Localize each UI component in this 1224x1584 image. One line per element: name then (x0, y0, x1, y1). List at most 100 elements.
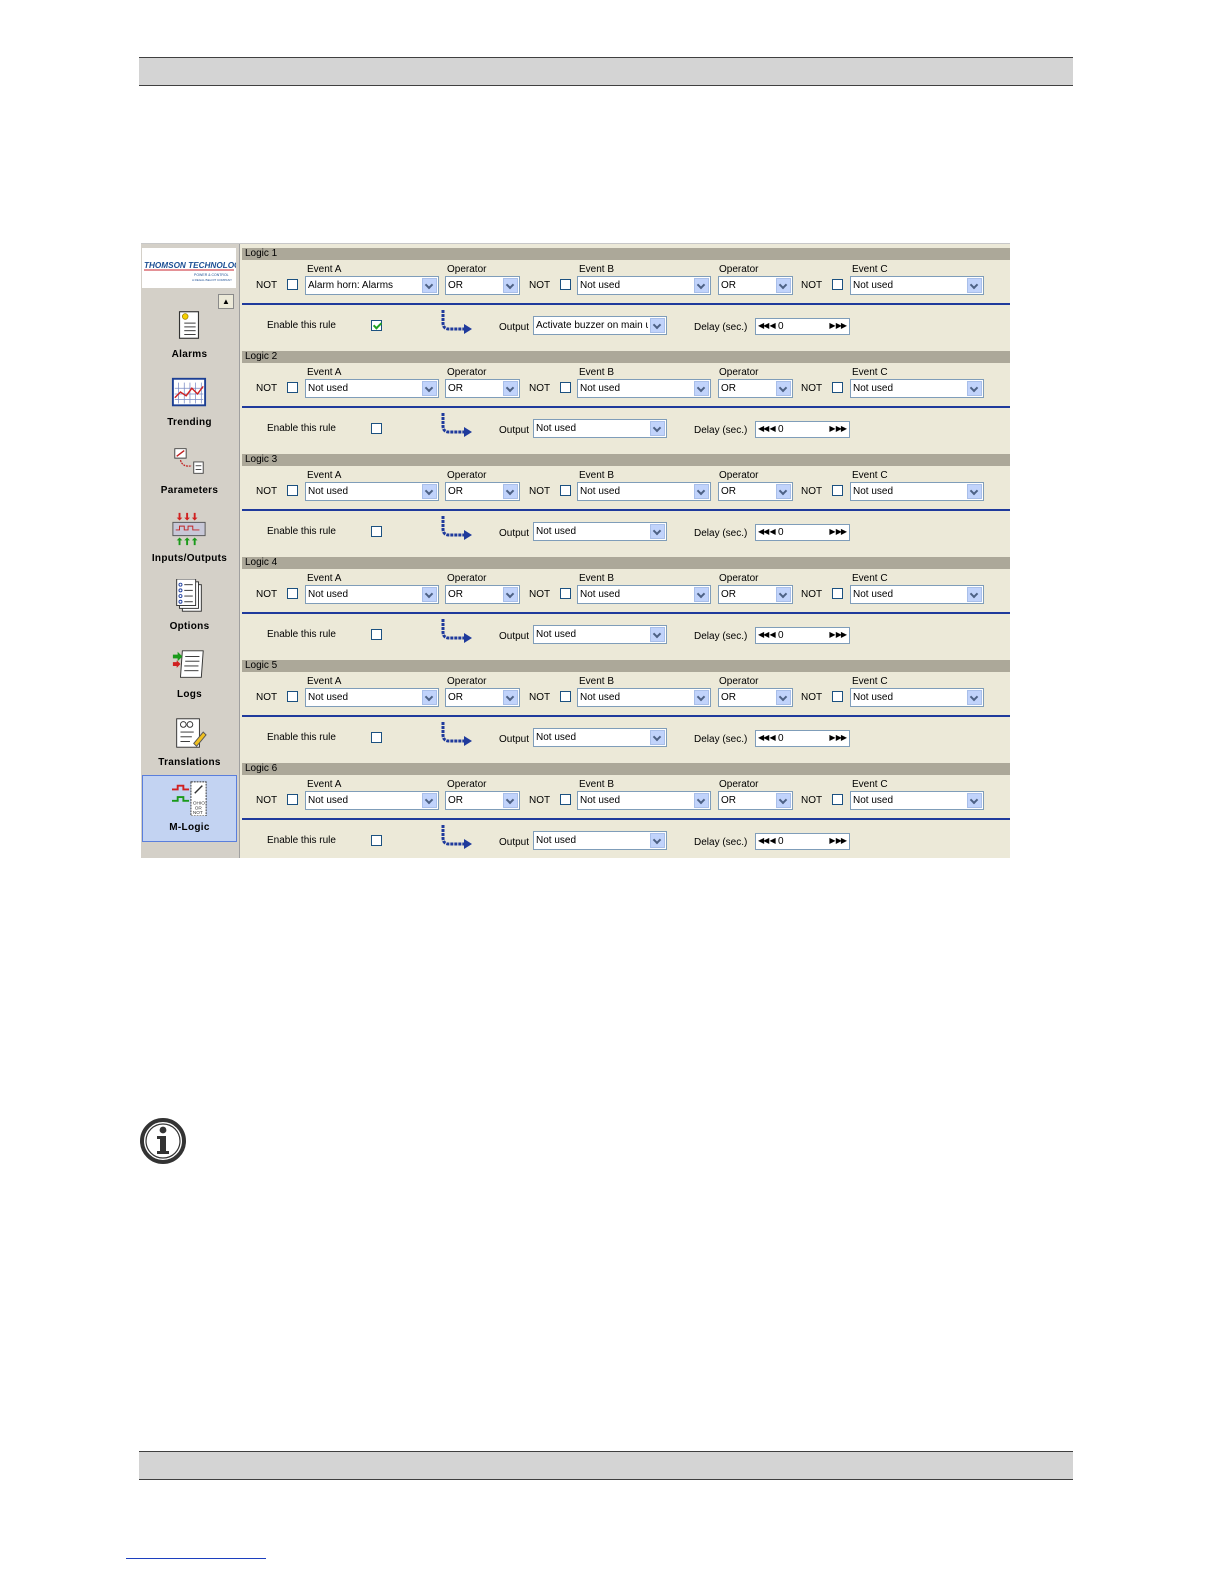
sidebar-item-parameters[interactable]: Parameters (142, 439, 237, 506)
chevron-down-icon[interactable] (694, 484, 709, 499)
enable-rule-checkbox[interactable] (371, 423, 382, 434)
delay-stepper[interactable]: ◀◀ ◀ 0 ▶ ▶▶ (755, 318, 850, 335)
not-b-checkbox[interactable] (560, 382, 571, 393)
chevron-down-icon[interactable] (422, 690, 437, 705)
not-b-checkbox[interactable] (560, 588, 571, 599)
chevron-down-icon[interactable] (650, 833, 665, 848)
chevron-down-icon[interactable] (650, 730, 665, 745)
operator-2-select[interactable]: OR (718, 482, 793, 501)
chevron-down-icon[interactable] (967, 587, 982, 602)
output-select[interactable]: Not used (533, 831, 667, 850)
enable-rule-checkbox[interactable] (371, 526, 382, 537)
not-c-checkbox[interactable] (832, 279, 843, 290)
event-c-select[interactable]: Not used (850, 379, 984, 398)
chevron-down-icon[interactable] (967, 484, 982, 499)
chevron-down-icon[interactable] (422, 381, 437, 396)
fast-forward-icon[interactable]: ▶ ▶▶ (829, 321, 847, 330)
event-a-select[interactable]: Not used (305, 482, 439, 501)
enable-rule-checkbox[interactable] (371, 835, 382, 846)
not-c-checkbox[interactable] (832, 485, 843, 496)
operator-1-select[interactable]: OR (445, 791, 520, 810)
operator-2-select[interactable]: OR (718, 276, 793, 295)
chevron-down-icon[interactable] (694, 793, 709, 808)
chevron-down-icon[interactable] (422, 484, 437, 499)
operator-1-select[interactable]: OR (445, 688, 520, 707)
event-c-select[interactable]: Not used (850, 791, 984, 810)
enable-rule-checkbox[interactable] (371, 320, 382, 331)
fast-forward-icon[interactable]: ▶ ▶▶ (829, 424, 847, 433)
operator-1-select[interactable]: OR (445, 276, 520, 295)
chevron-down-icon[interactable] (776, 484, 791, 499)
event-a-select[interactable]: Not used (305, 791, 439, 810)
rewind-icon[interactable]: ◀◀ ◀ (758, 424, 776, 433)
rewind-icon[interactable]: ◀◀ ◀ (758, 321, 776, 330)
fast-forward-icon[interactable]: ▶ ▶▶ (829, 733, 847, 742)
sidebar-item-alarms[interactable]: Alarms (142, 303, 237, 370)
delay-stepper[interactable]: ◀◀ ◀ 0 ▶ ▶▶ (755, 627, 850, 644)
chevron-down-icon[interactable] (776, 690, 791, 705)
operator-1-select[interactable]: OR (445, 482, 520, 501)
enable-rule-checkbox[interactable] (371, 629, 382, 640)
not-a-checkbox[interactable] (287, 691, 298, 702)
delay-stepper[interactable]: ◀◀ ◀ 0 ▶ ▶▶ (755, 524, 850, 541)
chevron-down-icon[interactable] (967, 793, 982, 808)
not-b-checkbox[interactable] (560, 794, 571, 805)
chevron-down-icon[interactable] (503, 587, 518, 602)
operator-2-select[interactable]: OR (718, 379, 793, 398)
not-a-checkbox[interactable] (287, 485, 298, 496)
rewind-icon[interactable]: ◀◀ ◀ (758, 733, 776, 742)
event-c-select[interactable]: Not used (850, 585, 984, 604)
output-select[interactable]: Activate buzzer on main u (533, 316, 667, 335)
sidebar-item-trending[interactable]: Trending (142, 371, 237, 438)
chevron-down-icon[interactable] (776, 278, 791, 293)
chevron-down-icon[interactable] (650, 627, 665, 642)
event-b-select[interactable]: Not used (577, 379, 711, 398)
not-b-checkbox[interactable] (560, 485, 571, 496)
event-a-select[interactable]: Alarm horn: Alarms (305, 276, 439, 295)
rewind-icon[interactable]: ◀◀ ◀ (758, 630, 776, 639)
delay-stepper[interactable]: ◀◀ ◀ 0 ▶ ▶▶ (755, 833, 850, 850)
not-c-checkbox[interactable] (832, 794, 843, 805)
sidebar-item-inputs-outputs[interactable]: Inputs/Outputs (142, 507, 237, 574)
fast-forward-icon[interactable]: ▶ ▶▶ (829, 527, 847, 536)
sidebar-item-logs[interactable]: Logs (142, 643, 237, 710)
sidebar-item-options[interactable]: Options (142, 575, 237, 642)
not-a-checkbox[interactable] (287, 794, 298, 805)
delay-stepper[interactable]: ◀◀ ◀ 0 ▶ ▶▶ (755, 730, 850, 747)
event-c-select[interactable]: Not used (850, 276, 984, 295)
chevron-down-icon[interactable] (503, 690, 518, 705)
event-c-select[interactable]: Not used (850, 688, 984, 707)
not-c-checkbox[interactable] (832, 691, 843, 702)
not-a-checkbox[interactable] (287, 382, 298, 393)
chevron-down-icon[interactable] (422, 793, 437, 808)
event-c-select[interactable]: Not used (850, 482, 984, 501)
sidebar-item-m-logic[interactable]: OHIO OR NOT M-Logic (142, 775, 237, 842)
event-a-select[interactable]: Not used (305, 688, 439, 707)
not-c-checkbox[interactable] (832, 382, 843, 393)
not-a-checkbox[interactable] (287, 588, 298, 599)
chevron-down-icon[interactable] (776, 793, 791, 808)
chevron-down-icon[interactable] (503, 381, 518, 396)
operator-1-select[interactable]: OR (445, 585, 520, 604)
chevron-down-icon[interactable] (422, 278, 437, 293)
chevron-down-icon[interactable] (967, 381, 982, 396)
output-select[interactable]: Not used (533, 522, 667, 541)
enable-rule-checkbox[interactable] (371, 732, 382, 743)
chevron-down-icon[interactable] (650, 318, 665, 333)
output-select[interactable]: Not used (533, 625, 667, 644)
chevron-down-icon[interactable] (694, 381, 709, 396)
output-select[interactable]: Not used (533, 419, 667, 438)
chevron-down-icon[interactable] (694, 690, 709, 705)
sidebar-item-translations[interactable]: Translations (142, 711, 237, 778)
fast-forward-icon[interactable]: ▶ ▶▶ (829, 836, 847, 845)
not-b-checkbox[interactable] (560, 691, 571, 702)
chevron-down-icon[interactable] (650, 524, 665, 539)
chevron-down-icon[interactable] (967, 278, 982, 293)
chevron-down-icon[interactable] (422, 587, 437, 602)
rewind-icon[interactable]: ◀◀ ◀ (758, 836, 776, 845)
chevron-down-icon[interactable] (694, 278, 709, 293)
not-b-checkbox[interactable] (560, 279, 571, 290)
output-select[interactable]: Not used (533, 728, 667, 747)
chevron-down-icon[interactable] (776, 381, 791, 396)
not-c-checkbox[interactable] (832, 588, 843, 599)
